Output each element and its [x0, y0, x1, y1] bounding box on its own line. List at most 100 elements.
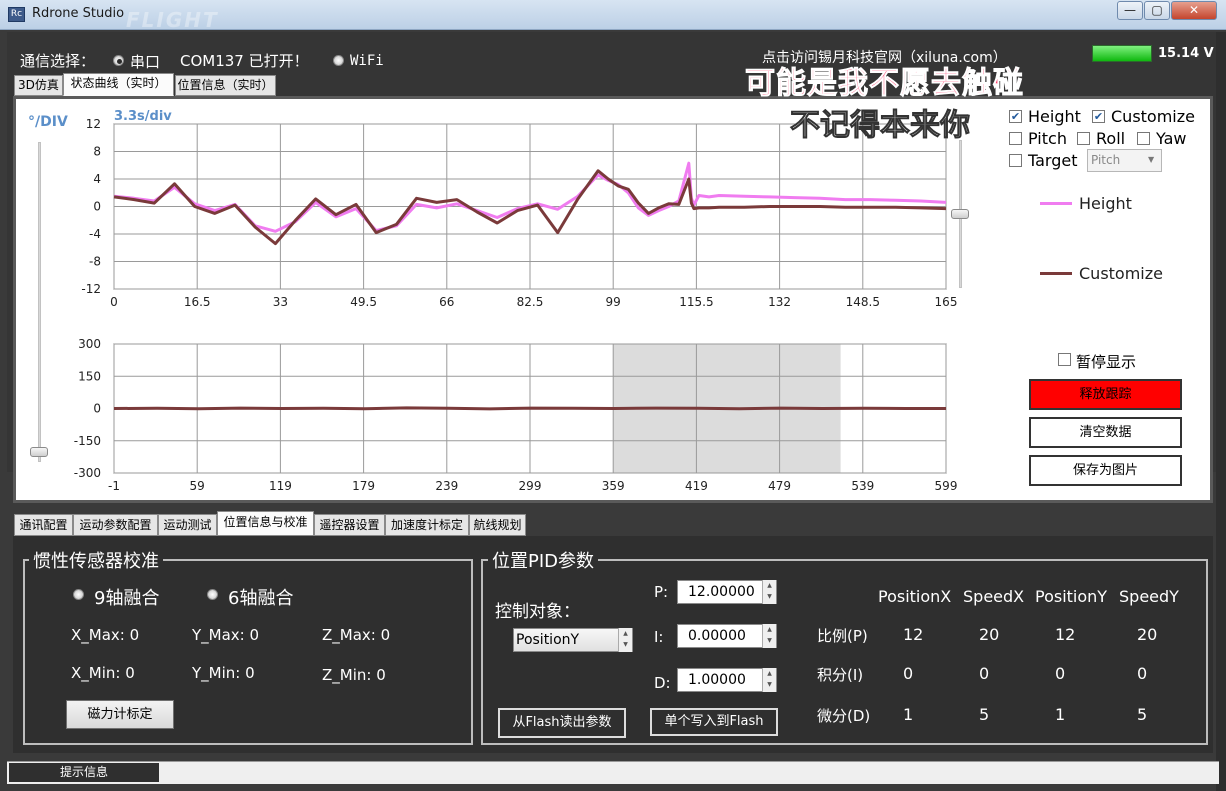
tab-remote-settings[interactable]: 遥控器设置 [314, 514, 385, 536]
tab-status-curve[interactable]: 状态曲线（实时） [63, 73, 174, 96]
x-tick-label: 119 [269, 479, 292, 493]
window-edge [1216, 32, 1226, 791]
y-tick-label: -300 [74, 466, 101, 480]
tab-route-planning[interactable]: 航线规划 [469, 514, 526, 536]
cell-p-speed-x: 20 [979, 625, 1000, 644]
y-tick-label: 12 [86, 117, 101, 131]
yaw-checkbox[interactable] [1137, 132, 1150, 145]
y-scale-label: °/DIV [28, 114, 68, 130]
maximize-button[interactable]: ▢ [1144, 1, 1170, 20]
mag-calibration-button[interactable]: 磁力计标定 [66, 700, 174, 729]
cell-d-position-x: 1 [903, 705, 914, 724]
title-watermark: FLIGHT [126, 8, 219, 32]
pause-display-label[interactable]: 暂停显示 [1076, 351, 1136, 372]
x-tick-label: -1 [108, 479, 120, 493]
legend-customize-label: Customize [1079, 264, 1163, 283]
x-tick-label: 16.5 [184, 295, 211, 309]
tab-position-info[interactable]: 位置信息（实时） [175, 75, 276, 96]
status-bar [7, 761, 1219, 784]
tab-accel-calibration[interactable]: 加速度计标定 [385, 514, 469, 536]
col-header-position-x: PositionX [878, 587, 952, 606]
serial-radio[interactable] [113, 55, 124, 66]
pitch-checkbox[interactable] [1009, 132, 1022, 145]
height-checkbox[interactable]: ✔ [1009, 110, 1022, 123]
window-title: Rdrone Studio [32, 6, 125, 21]
target-checkbox[interactable] [1009, 154, 1022, 167]
tab-motion-params[interactable]: 运动参数配置 [73, 514, 158, 536]
customize-checkbox[interactable]: ✔ [1092, 110, 1105, 123]
wifi-radio[interactable] [333, 55, 344, 66]
y-tick-label: 4 [93, 172, 101, 186]
control-target-select[interactable]: PositionY [513, 628, 633, 652]
chevron-down-icon[interactable]: ▼ [1148, 155, 1154, 164]
status-chart-area: 0 16.5 33 49.5 66 82.5 99 115.5 132 148.5 165 12 8 4 0… [28, 109, 958, 493]
target-checkbox-label[interactable]: Target [1028, 151, 1078, 170]
fusion-9axis-label[interactable]: 9轴融合 [94, 584, 159, 610]
cell-i-position-x: 0 [903, 664, 914, 683]
pause-checkbox[interactable] [1058, 353, 1071, 366]
legend-height-swatch [1040, 202, 1072, 205]
col-header-position-y: PositionY [1035, 587, 1108, 606]
y-tick-label: -12 [81, 282, 101, 296]
y-tick-label: 150 [78, 369, 101, 383]
series-line-customize [113, 406, 946, 411]
serial-radio-label[interactable]: 串口 [130, 51, 160, 72]
x-tick-label: 165 [935, 295, 958, 309]
z-max-value: Z_Max: 0 [322, 626, 391, 644]
pitch-checkbox-label[interactable]: Pitch [1028, 129, 1067, 148]
y-min-value: Y_Min: 0 [192, 664, 255, 682]
row-label-d: 微分(D) [817, 707, 871, 725]
roll-checkbox[interactable] [1077, 132, 1090, 145]
clear-data-button[interactable]: 清空数据 [1029, 417, 1182, 448]
fusion-9axis-radio[interactable] [73, 589, 84, 600]
y-tick-label: -8 [89, 255, 101, 269]
battery-voltage: 15.14 V [1158, 46, 1214, 61]
release-tracking-button[interactable]: 释放跟踪 [1029, 379, 1182, 410]
tab-3d-sim[interactable]: 3D仿真 [14, 75, 63, 96]
cell-p-position-x: 12 [903, 625, 924, 644]
cell-d-speed-y: 5 [1137, 705, 1148, 724]
write-flash-button[interactable]: 单个写入到Flash [650, 708, 778, 736]
tab-position-calibration[interactable]: 位置信息与校准 [217, 511, 314, 536]
tab-comm-config[interactable]: 通讯配置 [14, 514, 73, 536]
x-tick-label: 179 [352, 479, 375, 493]
y-tick-label: 8 [93, 145, 101, 159]
imu-group-title: 惯性传感器校准 [29, 547, 163, 573]
close-button[interactable]: ✕ [1171, 1, 1217, 20]
cell-i-speed-x: 0 [979, 664, 990, 683]
yaw-checkbox-label[interactable]: Yaw [1156, 129, 1186, 148]
fusion-6axis-label[interactable]: 6轴融合 [228, 584, 293, 610]
x-tick-label: 33 [273, 295, 288, 309]
status-info-label: 提示信息 [9, 763, 159, 782]
cell-i-speed-y: 0 [1137, 664, 1148, 683]
x-tick-label: 49.5 [350, 295, 377, 309]
p-spin-buttons[interactable]: ▲ ▼ [762, 580, 776, 604]
tab-motion-test[interactable]: 运动测试 [158, 514, 217, 536]
y-max-value: Y_Max: 0 [192, 626, 260, 644]
cell-d-position-y: 1 [1055, 705, 1066, 724]
app-logo-icon: Rc [8, 7, 25, 22]
x-tick-label: 479 [768, 479, 791, 493]
y-tick-label: 0 [93, 200, 101, 214]
x-tick-label: 59 [190, 479, 205, 493]
height-checkbox-label[interactable]: Height [1028, 107, 1081, 126]
customize-checkbox-label[interactable]: Customize [1111, 107, 1195, 126]
d-label: D: [654, 674, 671, 692]
x-tick-label: 599 [935, 479, 958, 493]
y-tick-label: -150 [74, 434, 101, 448]
d-spin-buttons[interactable]: ▲ ▼ [762, 668, 776, 692]
cell-p-speed-y: 20 [1137, 625, 1158, 644]
target-spin-buttons[interactable]: ▲ ▼ [618, 628, 632, 652]
save-image-button[interactable]: 保存为图片 [1029, 455, 1182, 486]
roll-checkbox-label[interactable]: Roll [1096, 129, 1125, 148]
battery-level-bar [1092, 45, 1152, 62]
fusion-6axis-radio[interactable] [207, 589, 218, 600]
x-tick-label: 115.5 [679, 295, 713, 309]
overlay-lyric-2: 不记得本来你 [790, 108, 971, 144]
p-label: P: [654, 583, 669, 601]
wifi-radio-label[interactable]: WiFi [350, 53, 384, 69]
i-spin-buttons[interactable]: ▲ ▼ [762, 624, 776, 648]
x-tick-label: 239 [435, 479, 458, 493]
minimize-button[interactable]: — [1117, 1, 1143, 20]
read-flash-button[interactable]: 从Flash读出参数 [498, 708, 626, 738]
